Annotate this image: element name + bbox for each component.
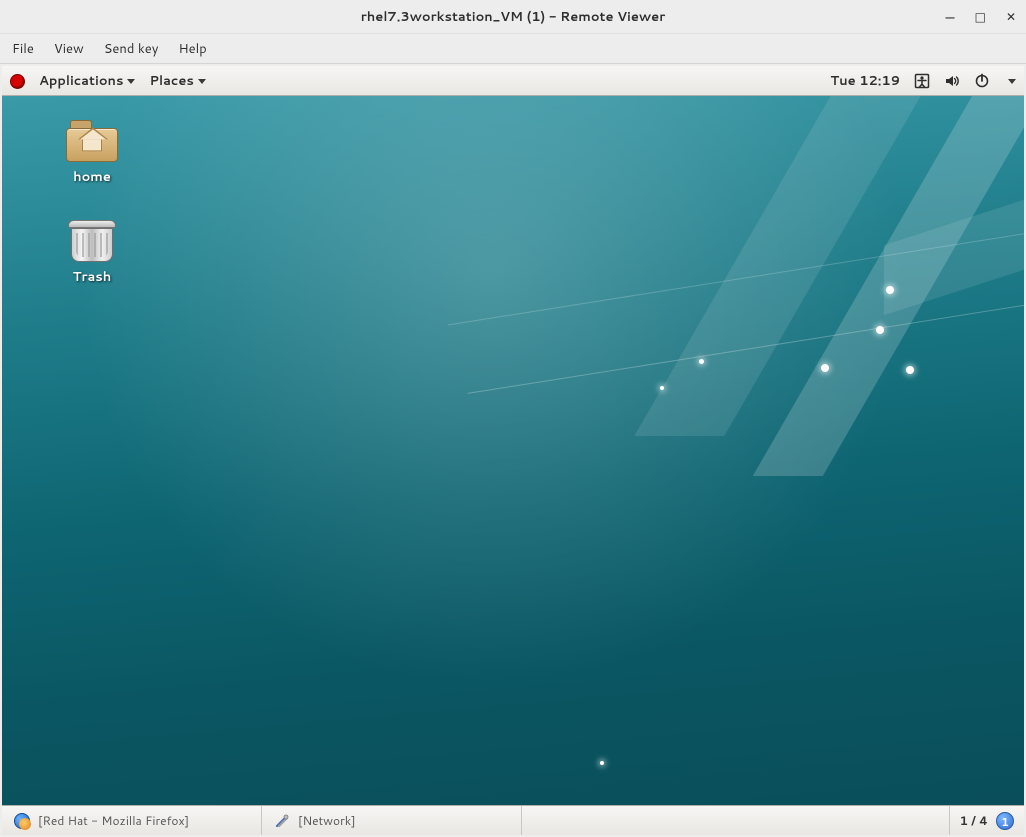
menu-help[interactable]: Help xyxy=(178,40,206,58)
menu-send-key[interactable]: Send key xyxy=(104,40,159,58)
accessibility-icon[interactable] xyxy=(914,73,930,89)
gnome-top-bar: Applications Places Tue 12:19 xyxy=(2,66,1024,96)
menu-view[interactable]: View xyxy=(54,40,84,58)
desktop-icon-label: Trash xyxy=(42,268,142,286)
firefox-icon xyxy=(14,813,30,829)
minimize-button[interactable] xyxy=(946,6,955,29)
wallpaper-decoration xyxy=(600,761,604,765)
viewer-titlebar[interactable]: rhel7.3workstation_VM (1) - Remote Viewe… xyxy=(0,0,1026,34)
wallpaper-decoration xyxy=(906,366,914,374)
task-firefox[interactable]: [Red Hat - Mozilla Firefox] xyxy=(2,806,262,835)
places-menu[interactable]: Places xyxy=(149,72,205,90)
workspace-badge: 1 xyxy=(996,812,1014,830)
wallpaper-decoration xyxy=(886,286,894,294)
trash-icon xyxy=(66,220,118,262)
task-label: [Network] xyxy=(298,812,356,829)
system-menu-caret[interactable] xyxy=(1004,72,1016,90)
desktop-home-icon[interactable]: home xyxy=(42,120,142,186)
desktop[interactable]: home Trash xyxy=(2,96,1024,805)
applications-menu[interactable]: Applications xyxy=(39,72,135,90)
clock[interactable]: Tue 12:19 xyxy=(830,72,900,90)
wallpaper-decoration xyxy=(699,359,704,364)
taskbar-spacer xyxy=(522,806,950,835)
task-network[interactable]: [Network] xyxy=(262,806,522,835)
desktop-trash-icon[interactable]: Trash xyxy=(42,220,142,286)
menu-file[interactable]: File xyxy=(12,40,34,58)
task-label: [Red Hat - Mozilla Firefox] xyxy=(38,812,189,829)
workspace-indicator: 1 / 4 xyxy=(960,812,988,829)
maximize-button[interactable] xyxy=(975,8,986,26)
redhat-logo-icon xyxy=(10,74,25,89)
volume-icon[interactable] xyxy=(944,73,960,89)
power-icon[interactable] xyxy=(974,73,990,89)
vm-display: Applications Places Tue 12:19 xyxy=(2,66,1024,835)
workspace-switcher[interactable]: 1 / 4 1 xyxy=(950,806,1024,835)
desktop-icon-label: home xyxy=(42,168,142,186)
close-button[interactable] xyxy=(1006,8,1016,26)
wallpaper-decoration xyxy=(876,326,884,334)
viewer-title: rhel7.3workstation_VM (1) - Remote Viewe… xyxy=(361,8,665,26)
wallpaper-decoration xyxy=(660,386,664,390)
tools-network-icon xyxy=(274,813,290,829)
gnome-taskbar: [Red Hat - Mozilla Firefox] [Network] 1 … xyxy=(2,805,1024,835)
viewer-menubar: File View Send key Help xyxy=(0,34,1026,64)
folder-home-icon xyxy=(66,120,118,162)
wallpaper-decoration xyxy=(821,364,829,372)
